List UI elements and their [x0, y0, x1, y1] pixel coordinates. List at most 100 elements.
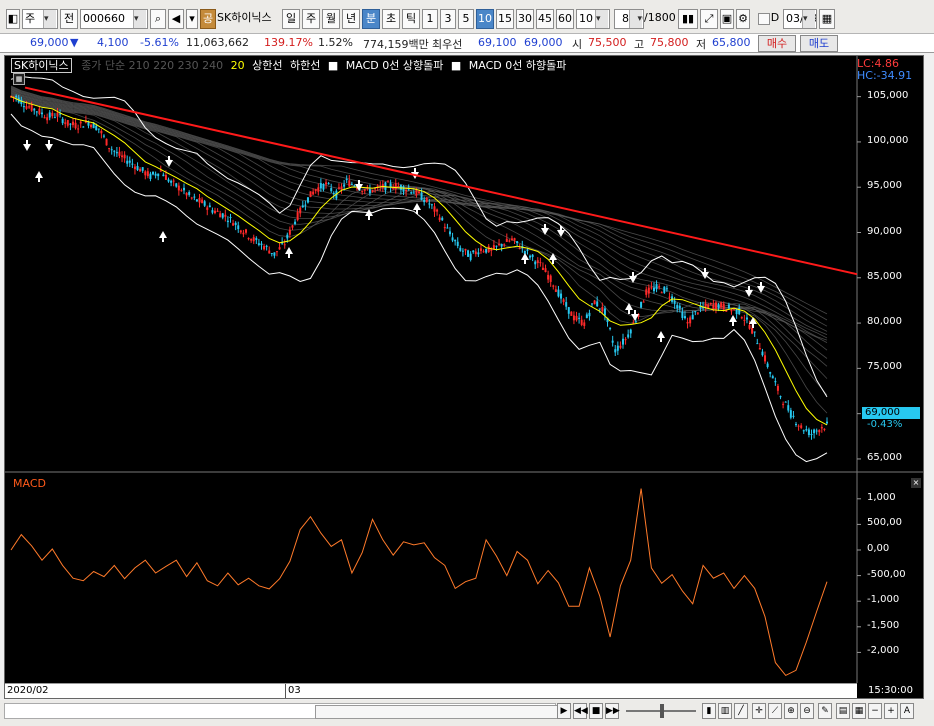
minute-5-button[interactable]: 5	[458, 9, 474, 29]
bar-count-input[interactable]: 820	[614, 9, 644, 29]
zoom-out-icon[interactable]: ⊖	[800, 703, 814, 719]
minute-15-button[interactable]: 15	[496, 9, 514, 29]
candle-body	[627, 334, 630, 338]
x-tick	[285, 684, 286, 698]
gear-icon[interactable]: ⚙	[736, 9, 750, 29]
minute-45-button[interactable]: 45	[536, 9, 554, 29]
candle-body	[616, 345, 619, 351]
scroll-thumb[interactable]	[315, 705, 560, 719]
grid-icon[interactable]: ▦	[852, 703, 866, 719]
candle-body	[477, 252, 480, 255]
bar-icon[interactable]: ▥	[718, 703, 732, 719]
candle-body	[216, 210, 219, 212]
minute-3-button[interactable]: 3	[440, 9, 456, 29]
font-size-icon[interactable]: A	[900, 703, 914, 719]
candle-body	[549, 275, 552, 282]
candle-style-icon[interactable]: ▮▮	[678, 9, 698, 29]
date-checkbox[interactable]	[758, 13, 770, 25]
candle-body	[565, 302, 568, 307]
minus-icon[interactable]: −	[868, 703, 882, 719]
candle-body	[152, 171, 155, 175]
candle-body	[660, 292, 663, 294]
candle-icon[interactable]: ▮	[702, 703, 716, 719]
minute-1-button[interactable]: 1	[422, 9, 438, 29]
candle-body	[487, 246, 490, 253]
trend-line-icon[interactable]: ⟋	[768, 703, 782, 719]
candle-body	[343, 184, 346, 187]
crosshair-icon[interactable]: ✛	[752, 703, 766, 719]
save-icon[interactable]: ▣	[720, 9, 734, 29]
candle-body	[420, 192, 423, 201]
candle-body	[779, 396, 782, 398]
candle-body	[655, 284, 658, 290]
interval-select[interactable]: 10	[576, 9, 610, 29]
candle-body	[159, 170, 162, 172]
chart-type-icon[interactable]: ▤	[836, 703, 850, 719]
period-tick-button[interactable]: 틱	[402, 9, 420, 29]
sound-menu-icon[interactable]: ▾	[186, 9, 198, 29]
period-day-button[interactable]: 일	[282, 9, 300, 29]
candle-body	[162, 174, 165, 177]
minute-60-button[interactable]: 60	[556, 9, 574, 29]
period-month-button[interactable]: 월	[322, 9, 340, 29]
candle-body	[663, 286, 666, 293]
pen-icon[interactable]: ✎	[818, 703, 832, 719]
minute-10-button[interactable]: 10	[476, 9, 494, 29]
chart-menu-icon[interactable]: ▦	[13, 73, 25, 85]
candle-body	[25, 106, 28, 109]
candle-body	[467, 250, 470, 257]
speaker-icon[interactable]: ◀	[168, 9, 184, 29]
candle-body	[405, 189, 408, 192]
search-icon[interactable]: ⌕	[150, 9, 166, 29]
candle-body	[622, 338, 624, 345]
candle-body	[756, 343, 759, 345]
candle-body	[694, 311, 697, 313]
candle-body	[301, 205, 304, 208]
candle-body	[647, 287, 650, 294]
market-select[interactable]: 주	[22, 9, 58, 29]
zoom-in-icon[interactable]: ⊕	[784, 703, 798, 719]
line-icon[interactable]: ╱	[734, 703, 748, 719]
current-pct-tag: -0.43%	[867, 419, 903, 430]
period-second-button[interactable]: 초	[382, 9, 400, 29]
candle-body	[144, 171, 147, 176]
macd-up-arrow-icon	[657, 331, 665, 338]
stock-code-input[interactable]: 000660	[80, 9, 148, 29]
drawing-tool-icon[interactable]: ⤢	[700, 9, 718, 29]
prev-button[interactable]: 전	[60, 9, 78, 29]
period-minute-button[interactable]: 분	[362, 9, 380, 29]
chart-window-icon[interactable]: ◧	[6, 9, 20, 29]
sell-button[interactable]: 매도	[800, 35, 838, 52]
quote-bar: 69,000 ▼ 4,100 -5.61% 11,063,662 139.17%…	[0, 34, 934, 53]
skip-back-icon[interactable]: ◀◀	[573, 703, 588, 719]
buy-button[interactable]: 매수	[758, 35, 796, 52]
candle-body	[516, 241, 519, 244]
close-icon[interactable]: ×	[911, 478, 921, 488]
current-price-tag: 69,000	[862, 407, 920, 419]
period-week-button[interactable]: 주	[302, 9, 320, 29]
chart-area[interactable]: SK하이닉스 종가 단순 210 220 230 240 20 상한선 하한선 …	[4, 55, 924, 699]
candle-body	[229, 216, 232, 218]
period-year-button[interactable]: 년	[342, 9, 360, 29]
plus-icon[interactable]: +	[884, 703, 898, 719]
candle-body	[738, 307, 741, 315]
candle-body	[454, 239, 457, 242]
candle-body	[53, 117, 56, 119]
date-input[interactable]: 03/19	[783, 9, 817, 29]
candle-body	[211, 210, 214, 213]
macd-down-arrow-icon	[631, 314, 639, 321]
candle-body	[797, 425, 800, 427]
candle-body	[232, 223, 235, 226]
scroll-right-icon[interactable]: ▶	[557, 703, 571, 719]
calendar-icon[interactable]: ▦	[819, 9, 835, 29]
price-change-pct: -5.61%	[140, 36, 179, 49]
candle-body	[397, 186, 400, 188]
zoom-slider-thumb[interactable]	[660, 704, 664, 718]
legend-macd-up: MACD 0선 상향돌파	[345, 59, 444, 72]
minute-30-button[interactable]: 30	[516, 9, 534, 29]
chart-scrollbar[interactable]	[4, 703, 560, 719]
stop-icon[interactable]: ■	[589, 703, 603, 719]
candle-body	[572, 315, 575, 321]
skip-forward-icon[interactable]: ▶▶	[605, 703, 620, 719]
candle-body	[35, 111, 38, 113]
